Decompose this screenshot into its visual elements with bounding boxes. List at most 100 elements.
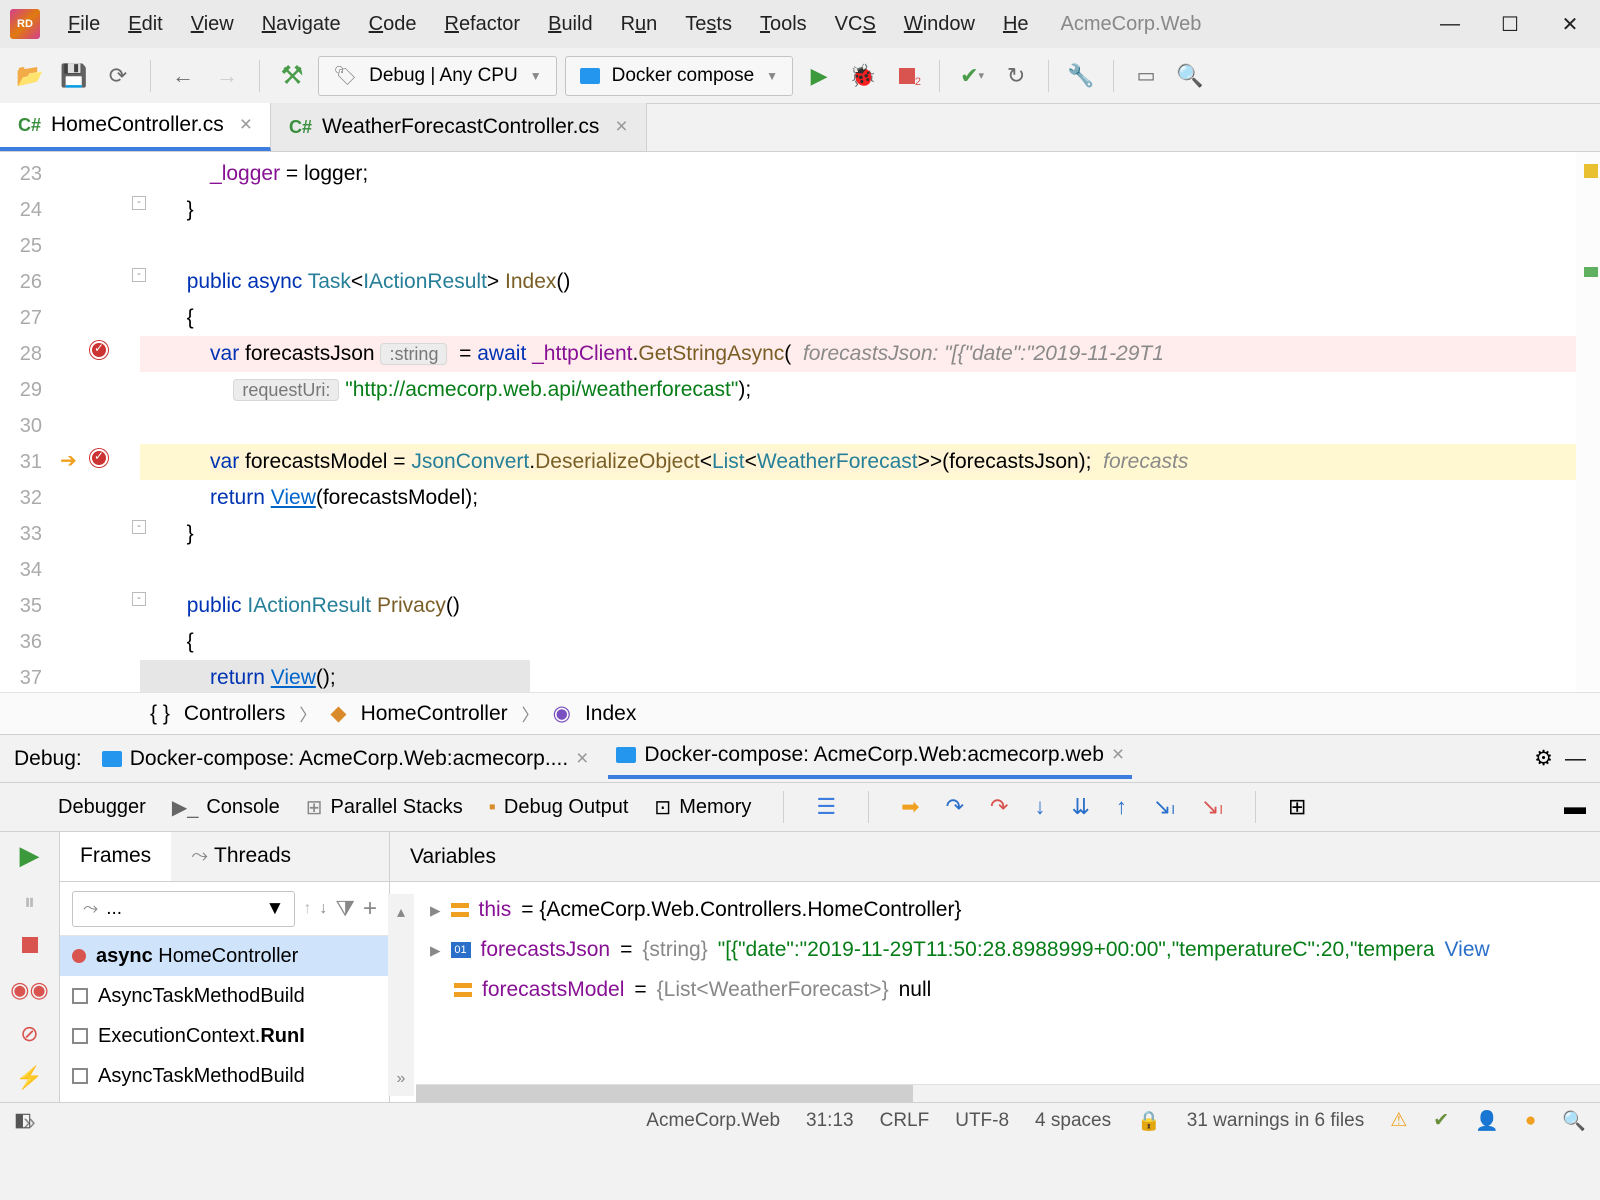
open-icon[interactable]: 📂: [12, 58, 48, 94]
search-icon[interactable]: 🔍: [1172, 58, 1208, 94]
status-line-endings[interactable]: CRLF: [880, 1110, 930, 1132]
frame-row[interactable]: AsyncTaskMethodBuild: [60, 976, 389, 1016]
h-scrollbar[interactable]: [416, 1085, 913, 1102]
view-breakpoints-icon[interactable]: ◉◉: [10, 977, 48, 1003]
frame-row[interactable]: ExecutionContext.RunI: [60, 1016, 389, 1056]
debug-icon[interactable]: 🐞: [845, 58, 881, 94]
force-step-over-icon[interactable]: ↷: [990, 794, 1008, 820]
show-execution-icon[interactable]: ➡: [901, 794, 919, 820]
code-editor[interactable]: 232425262728293031323334353637 ➔ - - - -…: [0, 152, 1600, 692]
status-encoding[interactable]: UTF-8: [955, 1110, 1009, 1132]
next-frame-icon[interactable]: ↓: [319, 900, 327, 918]
menu-tests[interactable]: Tests: [671, 13, 746, 36]
status-caret[interactable]: 31:13: [806, 1110, 854, 1132]
hammer-build-icon[interactable]: ⚒: [274, 58, 310, 94]
sync-icon[interactable]: ↻: [998, 58, 1034, 94]
parallel-stacks-tab[interactable]: ⊞Parallel Stacks: [306, 795, 463, 820]
panel-icon[interactable]: ▭: [1128, 58, 1164, 94]
crumb-controllers[interactable]: Controllers: [184, 702, 286, 726]
resume-icon[interactable]: ▶: [20, 840, 40, 871]
settings-icon[interactable]: ☰: [816, 794, 836, 820]
build-config-combo[interactable]: 🏷 Debug | Any CPU ▼: [318, 56, 557, 96]
menu-help[interactable]: He: [989, 13, 1043, 36]
menu-run[interactable]: Run: [607, 13, 672, 36]
prev-frame-icon[interactable]: ↑: [303, 900, 311, 918]
maximize-button[interactable]: ☐: [1480, 0, 1540, 48]
debug-session-tab-2[interactable]: Docker-compose: AcmeCorp.Web:acmecorp.we…: [608, 739, 1132, 779]
code-area[interactable]: _logger = logger; } public async Task<IA…: [140, 152, 1600, 692]
evaluate-icon[interactable]: ⊞: [1288, 794, 1306, 820]
tool-window-icon[interactable]: ◧: [14, 1109, 32, 1132]
crumb-class[interactable]: HomeController: [361, 702, 508, 726]
notification-icon[interactable]: ●: [1525, 1110, 1536, 1132]
memory-tab[interactable]: ⊡Memory: [654, 795, 751, 820]
menu-build[interactable]: Build: [534, 13, 606, 36]
console-tab[interactable]: ▶_Console: [172, 795, 280, 820]
layout-icon[interactable]: ▬: [1564, 794, 1586, 820]
close-icon[interactable]: ×: [576, 747, 588, 771]
status-indent[interactable]: 4 spaces: [1035, 1110, 1111, 1132]
stop-icon[interactable]: 2: [889, 58, 925, 94]
pause-icon[interactable]: ⏸: [24, 889, 35, 915]
close-icon[interactable]: ×: [1112, 743, 1124, 767]
tab-home-controller[interactable]: C# HomeController.cs ×: [0, 103, 271, 151]
close-tab-icon[interactable]: ×: [240, 113, 252, 137]
add-icon[interactable]: +: [363, 895, 377, 923]
frame-row[interactable]: AsyncTaskMethodBuild: [60, 1056, 389, 1096]
run-target-combo[interactable]: Docker compose ▼: [565, 56, 793, 96]
force-run-to-cursor-icon[interactable]: ↘I: [1201, 794, 1223, 820]
filter-icon[interactable]: ⧩: [335, 896, 355, 922]
debugger-tab[interactable]: Debugger: [58, 796, 146, 819]
frames-subtab[interactable]: Frames: [60, 832, 171, 881]
close-tab-icon[interactable]: ×: [615, 115, 627, 139]
mute-breakpoints-icon[interactable]: ⊘: [20, 1021, 38, 1047]
menu-edit[interactable]: Edit: [114, 13, 176, 36]
profile-icon[interactable]: 👤: [1475, 1109, 1499, 1133]
variable-row[interactable]: ▸01 forecastsJson = {string} "[{"date":"…: [430, 930, 1588, 970]
save-icon[interactable]: 💾: [56, 58, 92, 94]
step-out-icon[interactable]: ↑: [1116, 794, 1127, 820]
breakpoint-icon[interactable]: [90, 449, 108, 467]
menu-navigate[interactable]: Navigate: [248, 13, 355, 36]
view-link[interactable]: View: [1445, 938, 1490, 962]
minimize-button[interactable]: —: [1420, 0, 1480, 48]
zoom-icon[interactable]: 🔍: [1562, 1109, 1586, 1133]
warning-badge-icon[interactable]: ⚠: [1390, 1109, 1407, 1132]
scroll-up-icon[interactable]: ▴: [397, 902, 405, 922]
gear-icon[interactable]: ⚙: [1534, 746, 1553, 771]
status-warnings[interactable]: 31 warnings in 6 files: [1187, 1110, 1364, 1132]
forward-icon[interactable]: →: [209, 58, 245, 94]
inspect-icon[interactable]: ✔▾: [954, 58, 990, 94]
menu-tools[interactable]: Tools: [746, 13, 821, 36]
stop-icon[interactable]: [22, 933, 38, 959]
variable-row[interactable]: forecastsModel = {List<WeatherForecast>}…: [430, 970, 1588, 1010]
debug-session-tab-1[interactable]: Docker-compose: AcmeCorp.Web:acmecorp...…: [94, 743, 597, 775]
debug-output-tab[interactable]: ▪Debug Output: [489, 796, 629, 819]
back-icon[interactable]: ←: [165, 58, 201, 94]
marker-bar[interactable]: [1576, 152, 1600, 692]
frame-row[interactable]: async HomeController: [60, 936, 389, 976]
more-icon[interactable]: »: [397, 1070, 406, 1088]
frame-row[interactable]: AsyncTaskMethodBuild: [60, 1096, 389, 1102]
wrench-icon[interactable]: 🔧: [1063, 58, 1099, 94]
breakpoint-icon[interactable]: [90, 341, 108, 359]
variable-row[interactable]: ▸ this = {AcmeCorp.Web.Controllers.HomeC…: [430, 890, 1588, 930]
run-to-cursor-icon[interactable]: ↘I: [1153, 794, 1175, 820]
menu-refactor[interactable]: Refactor: [430, 13, 534, 36]
menu-file[interactable]: File: [54, 13, 114, 36]
lock-icon[interactable]: 🔒: [1137, 1109, 1161, 1133]
menu-window[interactable]: Window: [890, 13, 989, 36]
step-over-icon[interactable]: ↷: [946, 794, 964, 820]
build-icon[interactable]: ✔: [1433, 1109, 1449, 1132]
crumb-method[interactable]: Index: [585, 702, 636, 726]
rerun-icon[interactable]: ⚡: [16, 1065, 43, 1091]
force-step-into-icon[interactable]: ⇊: [1071, 794, 1089, 820]
menu-view[interactable]: View: [177, 13, 248, 36]
minimize-panel-icon[interactable]: —: [1565, 747, 1586, 771]
thread-selector[interactable]: ⤳...▼: [72, 891, 295, 927]
status-project[interactable]: AcmeCorp.Web: [646, 1110, 780, 1132]
tab-weather-controller[interactable]: C# WeatherForecastController.cs ×: [271, 103, 647, 151]
run-icon[interactable]: ▶: [801, 58, 837, 94]
menu-code[interactable]: Code: [355, 13, 431, 36]
threads-subtab[interactable]: ⤳Threads: [171, 832, 311, 881]
